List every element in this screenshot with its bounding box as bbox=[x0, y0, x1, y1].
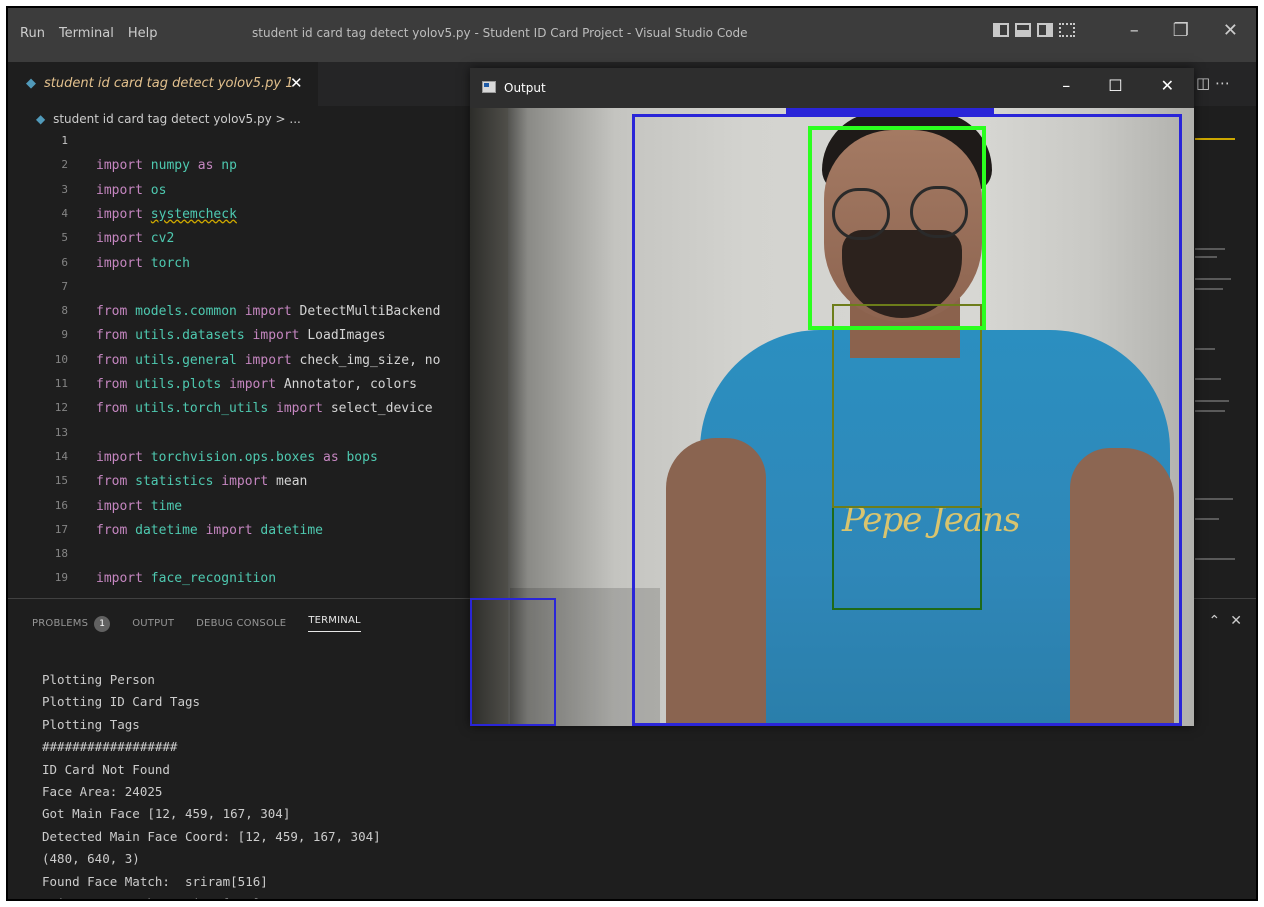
minimize-icon[interactable]: – bbox=[1130, 20, 1139, 41]
line-number: 8 bbox=[61, 304, 68, 318]
terminal-line: ID Card Not Found bbox=[42, 761, 170, 777]
minimize-icon[interactable]: – bbox=[1062, 76, 1070, 95]
terminal-line: (480, 640, 3) bbox=[42, 851, 140, 867]
line-number: 6 bbox=[61, 255, 68, 269]
terminal-line: ################## bbox=[42, 739, 178, 755]
output-window-controls: – ☐ ✕ bbox=[1062, 76, 1174, 95]
toggle-sidebar-icon[interactable] bbox=[993, 23, 1009, 37]
terminal-line: Detected Main Face Coord: [12, 459, 167,… bbox=[42, 828, 381, 844]
window-title: student id card tag detect yolov5.py - S… bbox=[252, 26, 748, 40]
line-number: 19 bbox=[54, 571, 68, 585]
python-file-icon: ◆ bbox=[36, 112, 46, 126]
code-text: import numpy as np bbox=[96, 158, 237, 174]
code-editor[interactable]: 1 2 import numpy as np 3 import os 4 import sy… bbox=[8, 134, 478, 594]
code-text: from datetime import datetime bbox=[96, 522, 324, 538]
tab-filename: student id card tag detect yolov5.py 1 bbox=[44, 76, 294, 91]
panel-controls: ⌃ ✕ bbox=[1209, 613, 1242, 629]
line-number: 3 bbox=[61, 182, 68, 196]
code-text: from statistics import mean bbox=[96, 474, 308, 490]
editor-tab[interactable]: ◆ student id card tag detect yolov5.py 1… bbox=[8, 62, 318, 106]
restore-icon[interactable]: ❐ bbox=[1173, 20, 1189, 41]
line-number: 12 bbox=[54, 401, 68, 415]
line-number: 1 bbox=[61, 134, 68, 147]
id-card-tag-bounding-box bbox=[832, 304, 982, 508]
line-number: 14 bbox=[54, 449, 68, 463]
customize-layout-icon[interactable] bbox=[1059, 23, 1075, 37]
code-text: import systemcheck bbox=[96, 206, 237, 222]
close-icon[interactable]: ✕ bbox=[1230, 613, 1242, 629]
code-text: import torch bbox=[96, 255, 190, 271]
breadcrumb-file[interactable]: student id card tag detect yolov5.py bbox=[53, 112, 272, 126]
output-window[interactable]: Output – ☐ ✕ Pepe Jeans bbox=[470, 68, 1194, 726]
chevron-up-icon[interactable]: ⌃ bbox=[1209, 613, 1221, 629]
tab-terminal[interactable]: TERMINAL bbox=[308, 615, 361, 632]
code-text: from models.common import DetectMultiBac… bbox=[96, 304, 441, 320]
output-title: Output bbox=[504, 81, 546, 95]
line-number: 10 bbox=[54, 352, 68, 366]
toggle-secondary-sidebar-icon[interactable] bbox=[1037, 23, 1053, 37]
title-bar: Run Terminal Help student id card tag de… bbox=[8, 8, 1256, 62]
code-text: import torchvision.ops.boxes as bops bbox=[96, 449, 378, 465]
close-icon[interactable]: ✕ bbox=[1161, 76, 1174, 95]
code-text: from utils.plots import Annotator, color… bbox=[96, 377, 417, 392]
code-text: import os bbox=[96, 182, 167, 198]
toggle-panel-icon[interactable] bbox=[1015, 23, 1031, 37]
window-controls: – ❐ ✕ bbox=[1130, 20, 1238, 41]
minimap[interactable] bbox=[1188, 118, 1256, 598]
line-number: 16 bbox=[54, 498, 68, 512]
code-text: import cv2 bbox=[96, 231, 175, 247]
line-number: 2 bbox=[61, 158, 68, 172]
code-text: from utils.datasets import LoadImages bbox=[96, 328, 386, 344]
terminal-line: Plotting Tags bbox=[42, 716, 140, 732]
problems-badge: 1 bbox=[94, 615, 111, 632]
small-object-bounding-box bbox=[470, 598, 556, 726]
terminal-line: Plotting ID Card Tags bbox=[42, 694, 201, 710]
breadcrumb-tail[interactable]: > ... bbox=[276, 112, 301, 126]
code-text: from utils.torch_utils import select_dev… bbox=[96, 401, 433, 417]
layout-controls bbox=[993, 23, 1075, 37]
line-number: 15 bbox=[54, 474, 68, 488]
line-number: 13 bbox=[54, 425, 68, 439]
camera-frame: Pepe Jeans bbox=[470, 108, 1194, 726]
terminal-line: Got Main Face [12, 459, 167, 304] bbox=[42, 806, 291, 822]
close-icon[interactable]: ✕ bbox=[290, 74, 303, 92]
window-app-icon bbox=[482, 81, 496, 93]
line-number: 17 bbox=[54, 522, 68, 536]
face-bounding-box bbox=[808, 126, 986, 330]
panel-tabs: PROBLEMS 1 OUTPUT DEBUG CONSOLE TERMINAL bbox=[32, 615, 361, 632]
terminal-output[interactable]: Plotting Person Plotting ID Card Tags Plot… bbox=[42, 669, 381, 899]
close-icon[interactable]: ✕ bbox=[1223, 20, 1238, 41]
line-number: 7 bbox=[61, 279, 68, 293]
line-number: 5 bbox=[61, 231, 68, 245]
terminal-line: Found Face Match: sriram[516] bbox=[42, 873, 268, 889]
line-number: 11 bbox=[54, 377, 68, 390]
vscode-window: Run Terminal Help student id card tag de… bbox=[6, 6, 1258, 901]
menu-bar: Run Terminal Help bbox=[20, 26, 158, 41]
terminal-line: Face Area: 24025 bbox=[42, 784, 163, 800]
breadcrumb: ◆ student id card tag detect yolov5.py >… bbox=[36, 112, 301, 126]
line-number: 4 bbox=[61, 206, 68, 220]
menu-run[interactable]: Run bbox=[20, 26, 45, 41]
python-file-icon: ◆ bbox=[26, 76, 36, 91]
code-text: import time bbox=[96, 498, 183, 514]
line-number: 18 bbox=[54, 547, 68, 561]
terminal-line: Plotting Person bbox=[42, 672, 155, 687]
maximize-icon[interactable]: ☐ bbox=[1108, 76, 1122, 95]
line-number: 9 bbox=[61, 328, 68, 342]
split-editor-icon[interactable]: ◫ ⋯ bbox=[1196, 74, 1230, 92]
menu-help[interactable]: Help bbox=[128, 26, 158, 41]
tab-output[interactable]: OUTPUT bbox=[132, 618, 174, 629]
code-text: import face_recognition bbox=[96, 571, 277, 587]
output-title-bar: Output – ☐ ✕ bbox=[470, 68, 1194, 108]
menu-terminal[interactable]: Terminal bbox=[59, 26, 114, 41]
terminal-line: Main Face Match: sriram[516] bbox=[42, 893, 381, 899]
tab-debug-console[interactable]: DEBUG CONSOLE bbox=[196, 618, 286, 629]
tab-problems[interactable]: PROBLEMS 1 bbox=[32, 615, 111, 632]
code-text: from utils.general import check_img_size… bbox=[96, 352, 441, 368]
